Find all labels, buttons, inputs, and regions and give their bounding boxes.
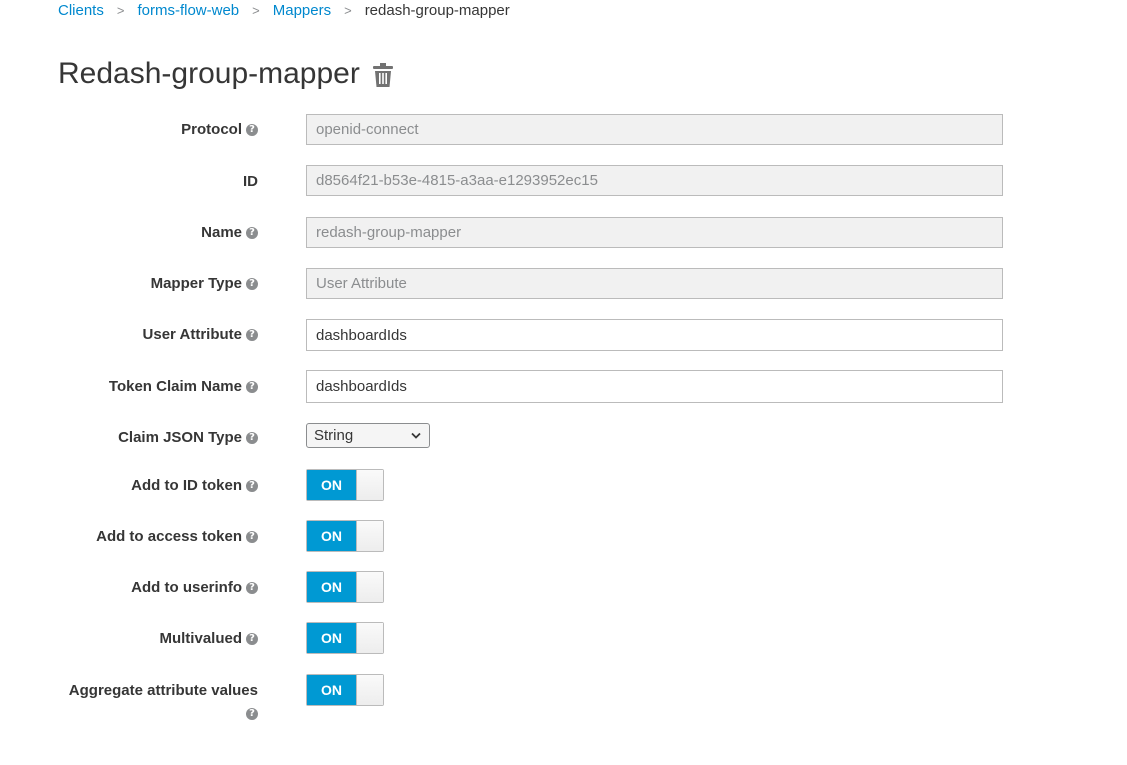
help-icon[interactable]: ? — [246, 380, 258, 393]
add-to-id-token-label: Add to ID token ? — [131, 477, 258, 494]
id-label: ID — [243, 173, 258, 190]
breadcrumb-clients[interactable]: Clients — [58, 2, 104, 19]
protocol-label-text: Protocol — [181, 121, 242, 138]
claim-json-type-value: String — [314, 427, 354, 444]
mapper-type-label: Mapper Type ? — [151, 275, 258, 292]
aggregate-attribute-values-label-text: Aggregate attribute values — [68, 682, 258, 699]
toggle-on-label: ON — [307, 521, 356, 551]
multivalued-label: Multivalued ? — [159, 630, 258, 647]
name-field: redash-group-mapper — [306, 217, 1003, 248]
toggle-on-label: ON — [307, 675, 356, 705]
token-claim-name-input[interactable]: dashboardIds — [306, 370, 1003, 403]
help-icon[interactable]: ? — [246, 632, 258, 645]
help-icon[interactable]: ? — [246, 431, 258, 444]
toggle-knob — [356, 675, 383, 705]
breadcrumb-separator-icon: > — [252, 2, 260, 18]
add-to-userinfo-label-text: Add to userinfo — [131, 579, 242, 596]
aggregate-attribute-values-label: Aggregate attribute values ? — [69, 682, 258, 720]
breadcrumb-current: redash-group-mapper — [364, 1, 510, 19]
add-to-access-token-label-text: Add to access token — [96, 528, 242, 545]
help-icon[interactable]: ? — [246, 708, 258, 720]
name-label: Name ? — [201, 224, 258, 241]
user-attribute-input[interactable]: dashboardIds — [306, 319, 1003, 351]
protocol-label: Protocol ? — [181, 121, 258, 138]
add-to-id-token-label-text: Add to ID token — [131, 477, 242, 494]
breadcrumb-client[interactable]: forms-flow-web — [137, 2, 239, 19]
aggregate-attribute-values-toggle[interactable]: ON — [306, 674, 384, 706]
toggle-on-label: ON — [307, 470, 356, 500]
add-to-userinfo-toggle[interactable]: ON — [306, 571, 384, 603]
chevron-down-icon — [411, 432, 421, 439]
add-to-access-token-toggle[interactable]: ON — [306, 520, 384, 552]
protocol-field: openid-connect — [306, 114, 1003, 145]
mapper-type-field: User Attribute — [306, 268, 1003, 299]
claim-json-type-label: Claim JSON Type ? — [118, 429, 258, 446]
id-field: d8564f21-b53e-4815-a3aa-e1293952ec15 — [306, 165, 1003, 196]
name-label-text: Name — [201, 224, 242, 241]
breadcrumb-separator-icon: > — [344, 2, 352, 18]
claim-json-type-select[interactable]: String — [306, 423, 430, 448]
toggle-on-label: ON — [307, 572, 356, 602]
token-claim-name-label: Token Claim Name ? — [109, 378, 258, 395]
toggle-knob — [356, 623, 383, 653]
user-attribute-label-text: User Attribute — [142, 326, 242, 343]
page-title: Redash-group-mapper — [58, 57, 360, 90]
id-label-text: ID — [243, 173, 258, 190]
mapper-type-label-text: Mapper Type — [150, 275, 242, 292]
toggle-knob — [356, 572, 383, 602]
add-to-userinfo-label: Add to userinfo ? — [131, 579, 258, 596]
token-claim-name-label-text: Token Claim Name — [108, 378, 242, 395]
breadcrumb-mappers[interactable]: Mappers — [273, 2, 331, 19]
trash-icon[interactable] — [372, 63, 393, 87]
toggle-on-label: ON — [307, 623, 356, 653]
help-icon[interactable]: ? — [246, 530, 258, 543]
breadcrumb-separator-icon: > — [116, 2, 125, 18]
toggle-knob — [356, 470, 383, 500]
add-to-id-token-toggle[interactable]: ON — [306, 469, 384, 501]
claim-json-type-label-text: Claim JSON Type — [118, 429, 242, 446]
help-icon[interactable]: ? — [246, 328, 258, 341]
multivalued-label-text: Multivalued — [159, 630, 242, 647]
help-icon[interactable]: ? — [246, 581, 258, 594]
help-icon[interactable]: ? — [246, 123, 258, 136]
add-to-access-token-label: Add to access token ? — [96, 528, 258, 545]
help-icon[interactable]: ? — [246, 479, 258, 492]
user-attribute-label: User Attribute ? — [143, 326, 258, 343]
multivalued-toggle[interactable]: ON — [306, 622, 384, 654]
page-header: Redash-group-mapper — [58, 56, 393, 92]
breadcrumb: Clients > forms-flow-web > Mappers > red… — [58, 0, 510, 20]
help-icon[interactable]: ? — [246, 277, 258, 290]
help-icon[interactable]: ? — [246, 226, 258, 239]
toggle-knob — [356, 521, 383, 551]
